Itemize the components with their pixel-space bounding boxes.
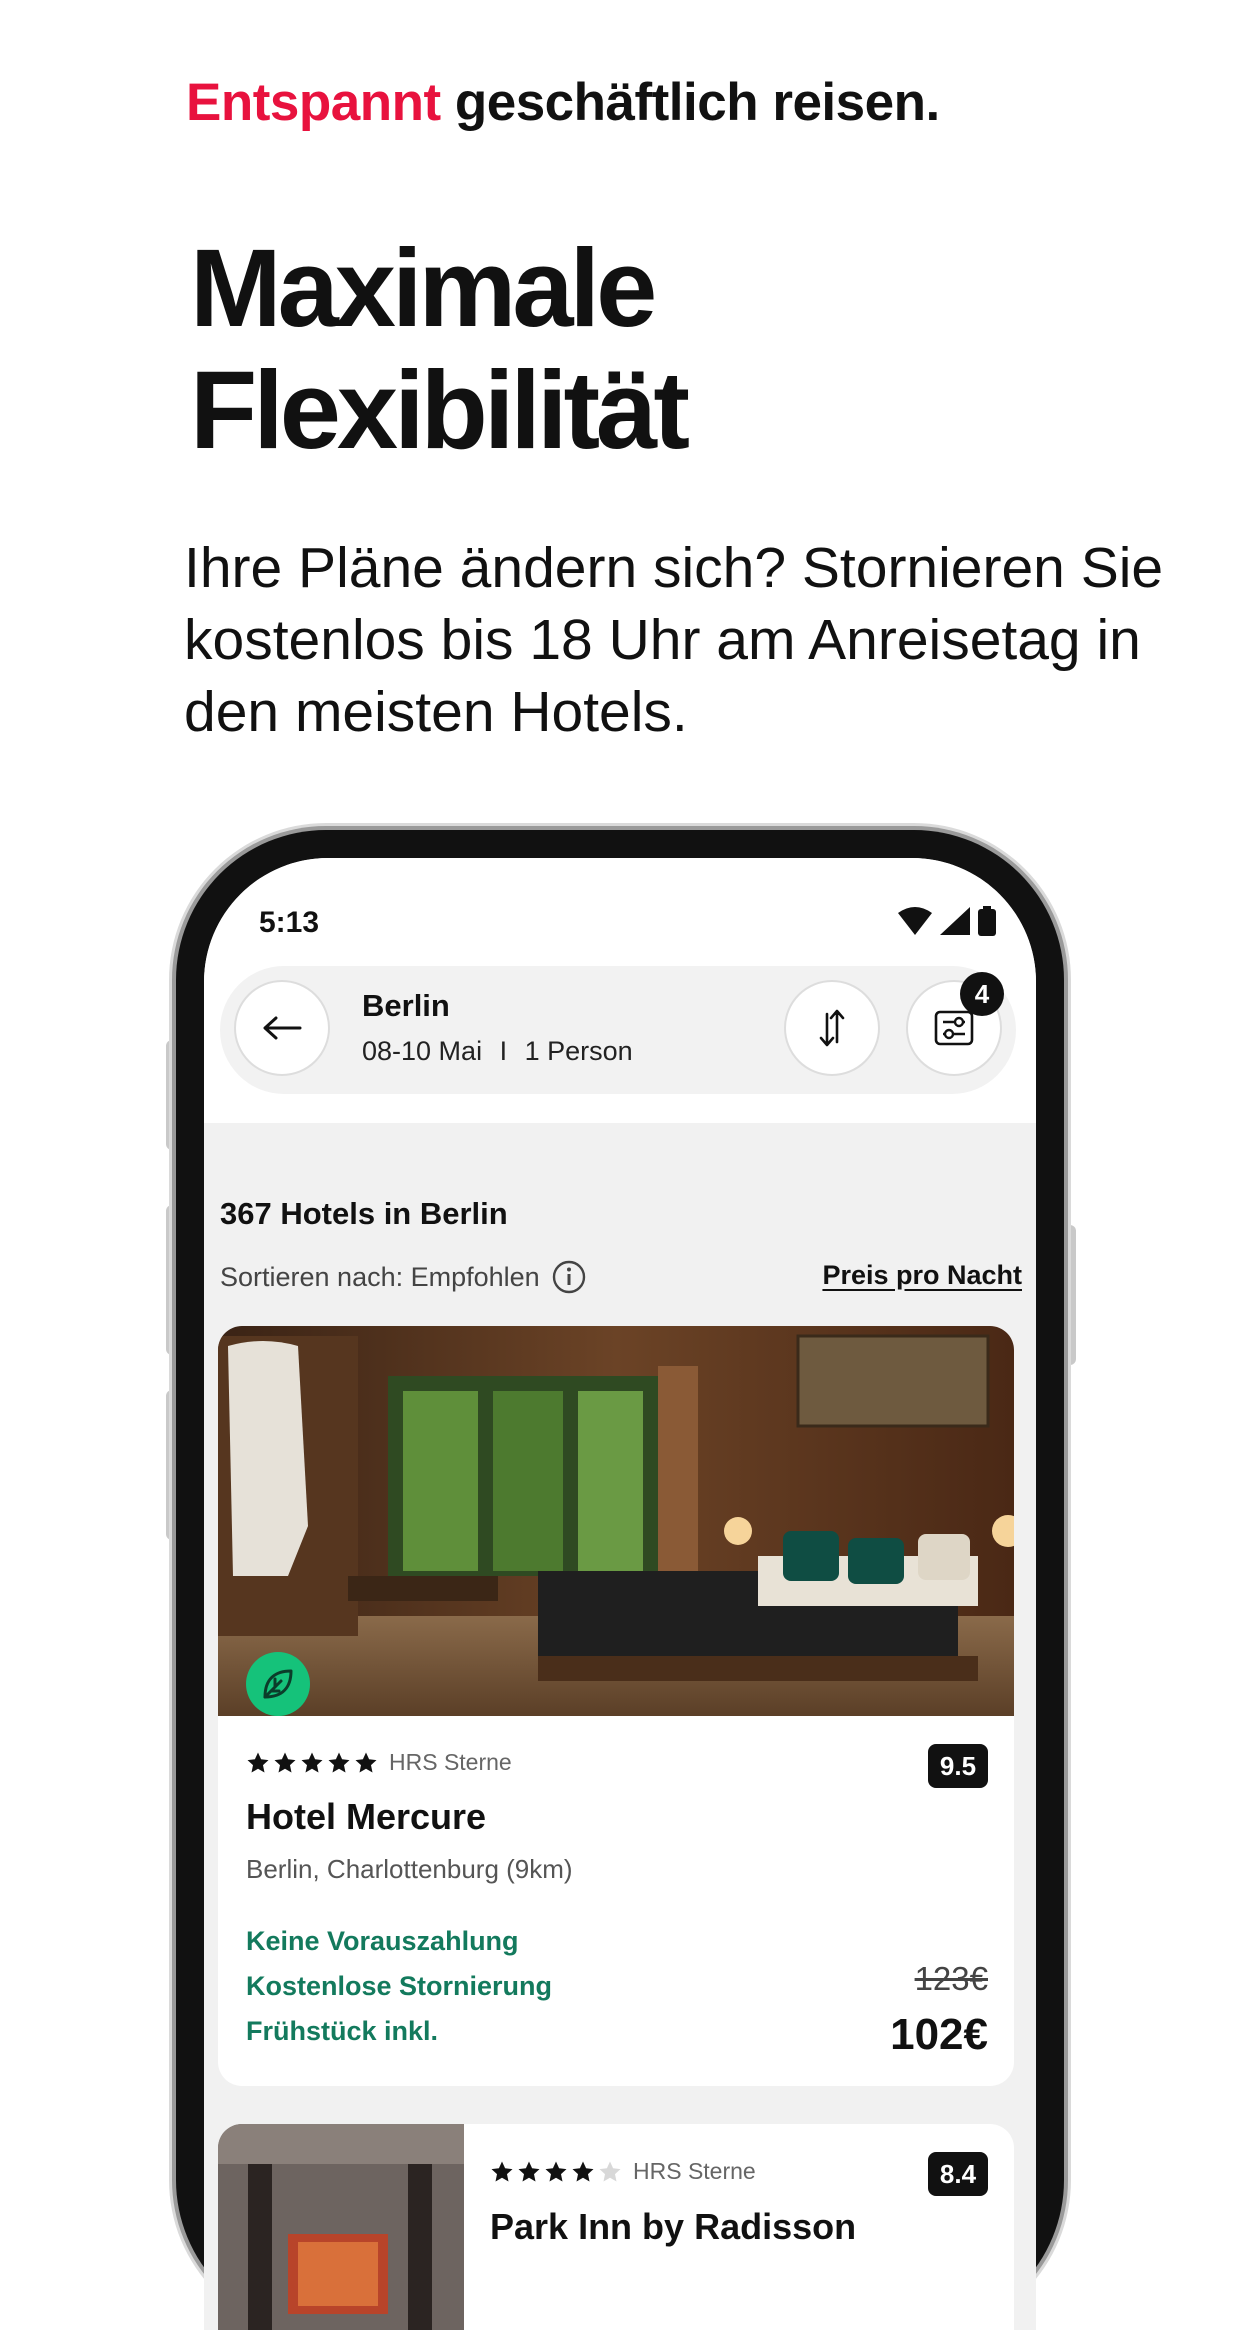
star-icon — [355, 1752, 377, 1772]
promo-subtext: Ihre Pläne ändern sich? Stornieren Sie k… — [184, 536, 1164, 744]
tagline-accent: Entspannt — [186, 73, 441, 132]
star-icon — [491, 2161, 513, 2181]
phone-power-button — [1062, 1225, 1076, 1365]
headline-line-1: Maximale — [190, 227, 657, 350]
sort-icon — [819, 1009, 845, 1047]
phone-frame: 5:13 Berlin 08-10 Mai I 1 Person 4 367 H… — [176, 830, 1064, 2330]
search-city: Berlin — [362, 988, 450, 1023]
benefit-no-prepayment: Keine Vorauszahlung — [246, 1926, 519, 1956]
benefit-free-cancellation: Kostenlose Stornierung — [246, 1971, 553, 2001]
stars-label: HRS Sterne — [389, 1749, 512, 1775]
review-score-badge: 8.4 — [928, 2152, 988, 2196]
benefit-breakfast: Frühstück inkl. — [246, 2016, 439, 2046]
signal-icon — [940, 907, 970, 935]
wifi-icon — [898, 907, 932, 935]
hotel-card[interactable]: HRS Sterne 8.4 Park Inn by Radisson — [218, 2124, 1014, 2330]
hotel-location: Berlin, Charlottenburg (9km) — [246, 1854, 573, 1884]
app-header: 5:13 Berlin 08-10 Mai I 1 Person 4 — [204, 858, 1036, 1123]
back-button[interactable] — [234, 980, 330, 1076]
star-rating — [246, 1751, 378, 1775]
filter-button[interactable]: 4 — [906, 972, 1004, 1076]
leaf-icon — [263, 1669, 293, 1699]
eco-badge — [246, 1652, 310, 1716]
results-count: 367 Hotels in Berlin — [220, 1196, 508, 1231]
battery-icon — [978, 906, 996, 936]
search-summary-bar[interactable]: Berlin 08-10 Mai I 1 Person 4 — [220, 966, 1016, 1094]
star-icon — [545, 2161, 567, 2181]
current-price: 102€ — [890, 2010, 988, 2059]
info-icon[interactable] — [552, 1260, 586, 1294]
star-icon — [599, 2161, 621, 2181]
star-icon — [328, 1752, 350, 1772]
star-icon — [301, 1752, 323, 1772]
search-separator: I — [499, 1036, 508, 1066]
star-rating — [490, 2160, 622, 2184]
star-icon — [518, 2161, 540, 2181]
hotel-photo — [218, 1326, 1014, 1716]
star-icon — [247, 1752, 269, 1772]
filter-icon — [934, 1010, 974, 1046]
star-icon — [572, 2161, 594, 2181]
search-meta: 08-10 Mai I 1 Person — [362, 1036, 633, 1067]
hotel-name[interactable]: Park Inn by Radisson — [490, 2206, 856, 2248]
search-dates: 08-10 Mai — [362, 1036, 483, 1066]
original-price: 123€ — [914, 1960, 988, 1997]
star-icon — [274, 1752, 296, 1772]
status-icons — [898, 906, 996, 936]
tagline-rest: geschäftlich reisen. — [454, 73, 940, 132]
hotel-name[interactable]: Hotel Mercure — [246, 1796, 486, 1838]
promo-headline: Maximale Flexibilität — [190, 227, 690, 472]
sort-label: Sortieren nach: Empfohlen — [220, 1261, 540, 1292]
filter-count-badge: 4 — [960, 972, 1004, 1016]
sort-selector[interactable]: Sortieren nach: Empfohlen — [220, 1260, 586, 1294]
hotel-photo — [218, 2124, 464, 2330]
hotel-card[interactable]: HRS Sterne 9.5 Hotel Mercure Berlin, Cha… — [218, 1326, 1014, 2086]
review-score-badge: 9.5 — [928, 1744, 988, 1788]
hotel-stars: HRS Sterne — [246, 1749, 512, 1776]
hotel-stars: HRS Sterne — [490, 2158, 756, 2185]
promo-tagline: Entspannt geschäftlich reisen. — [186, 72, 940, 133]
status-time: 5:13 — [259, 906, 320, 939]
phone-screen: 5:13 Berlin 08-10 Mai I 1 Person 4 367 H… — [204, 858, 1036, 2330]
headline-line-2: Flexibilität — [190, 349, 690, 472]
back-arrow-icon — [263, 1016, 302, 1040]
price-mode-link[interactable]: Preis pro Nacht — [822, 1260, 1022, 1291]
sort-button[interactable] — [784, 980, 880, 1076]
stars-label: HRS Sterne — [633, 2158, 756, 2184]
search-guests: 1 Person — [524, 1036, 633, 1066]
